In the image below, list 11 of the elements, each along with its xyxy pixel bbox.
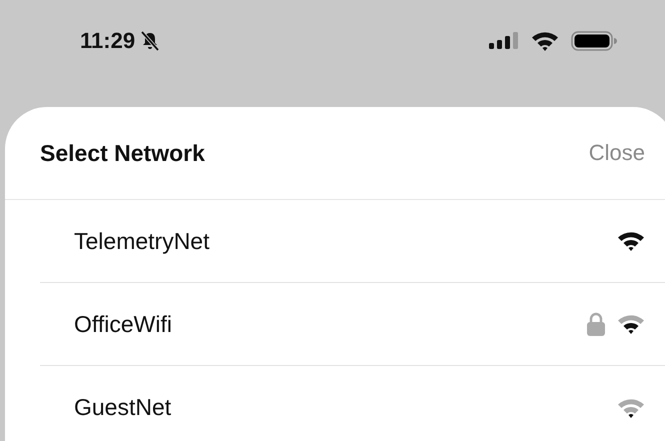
network-name: TelemetryNet: [74, 228, 210, 254]
network-name: GuestNet: [74, 394, 172, 421]
sheet-title: Select Network: [40, 140, 205, 166]
cellular-signal-icon: [489, 32, 519, 49]
wifi-icon: [531, 30, 559, 52]
clock: 11:29: [80, 28, 136, 54]
network-row[interactable]: GuestNet: [40, 366, 665, 441]
battery-icon: [571, 30, 617, 50]
network-name: OfficeWifi: [74, 310, 172, 338]
network-row[interactable]: TelemetryNet: [40, 200, 665, 283]
network-row[interactable]: OfficeWifi: [40, 283, 665, 366]
